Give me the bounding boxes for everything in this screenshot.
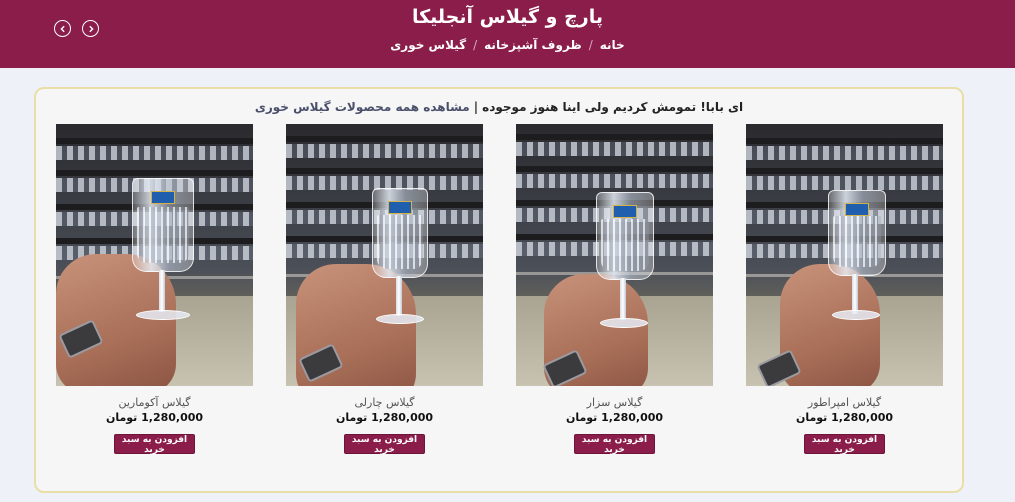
product-image[interactable] (286, 124, 483, 386)
product-card: گیلاس چارلی 1,280,000 تومان افزودن به سب… (286, 124, 483, 455)
product-price: 1,280,000 تومان (105, 411, 204, 424)
notice-divider: | (473, 100, 479, 114)
product-card: گیلاس امپراطور 1,280,000 تومان افزودن به… (746, 124, 943, 455)
page-header: پارچ و گیلاس آنجلیکا خانه / ظروف آشپزخانه /… (0, 0, 1015, 68)
product-name[interactable]: گیلاس چارلی (286, 396, 483, 409)
product-image[interactable] (516, 124, 713, 386)
stock-notice: ای بابا! تمومش کردیم ولی اینا هنوز موجود… (36, 100, 962, 114)
product-name[interactable]: گیلاس سزار (516, 396, 713, 409)
product-price: 1,280,000 تومان (795, 411, 894, 424)
product-name[interactable]: گیلاس آکومارین (56, 396, 253, 409)
product-image[interactable] (56, 124, 253, 386)
breadcrumb: خانه / ظروف آشپزخانه / گیلاس خوری (0, 38, 1015, 52)
product-name[interactable]: گیلاس امپراطور (746, 396, 943, 409)
breadcrumb-separator: / (473, 38, 478, 52)
add-to-cart-button[interactable]: افزودن به سبد خرید (114, 434, 195, 455)
add-to-cart-button[interactable]: افزودن به سبد خرید (804, 434, 885, 455)
product-card: گیلاس آکومارین 1,280,000 تومان افزودن به… (56, 124, 253, 455)
breadcrumb-current: گیلاس خوری (390, 38, 467, 52)
product-image[interactable] (746, 124, 943, 386)
product-price: 1,280,000 تومان (565, 411, 664, 424)
notice-text: ای بابا! تمومش کردیم ولی اینا هنوز موجود… (482, 100, 744, 114)
add-to-cart-button[interactable]: افزودن به سبد خرید (574, 434, 655, 455)
product-card: گیلاس سزار 1,280,000 تومان افزودن به سبد… (516, 124, 713, 455)
breadcrumb-home[interactable]: خانه (600, 38, 625, 52)
breadcrumb-kitchenware[interactable]: ظروف آشپزخانه (484, 38, 582, 52)
product-price: 1,280,000 تومان (335, 411, 434, 424)
page-title: پارچ و گیلاس آنجلیکا (411, 6, 604, 28)
add-to-cart-button[interactable]: افزودن به سبد خرید (344, 434, 425, 455)
products-panel: ای بابا! تمومش کردیم ولی اینا هنوز موجود… (34, 87, 964, 493)
breadcrumb-separator: / (588, 38, 593, 52)
view-all-link[interactable]: مشاهده همه محصولات گیلاس خوری (255, 100, 470, 114)
